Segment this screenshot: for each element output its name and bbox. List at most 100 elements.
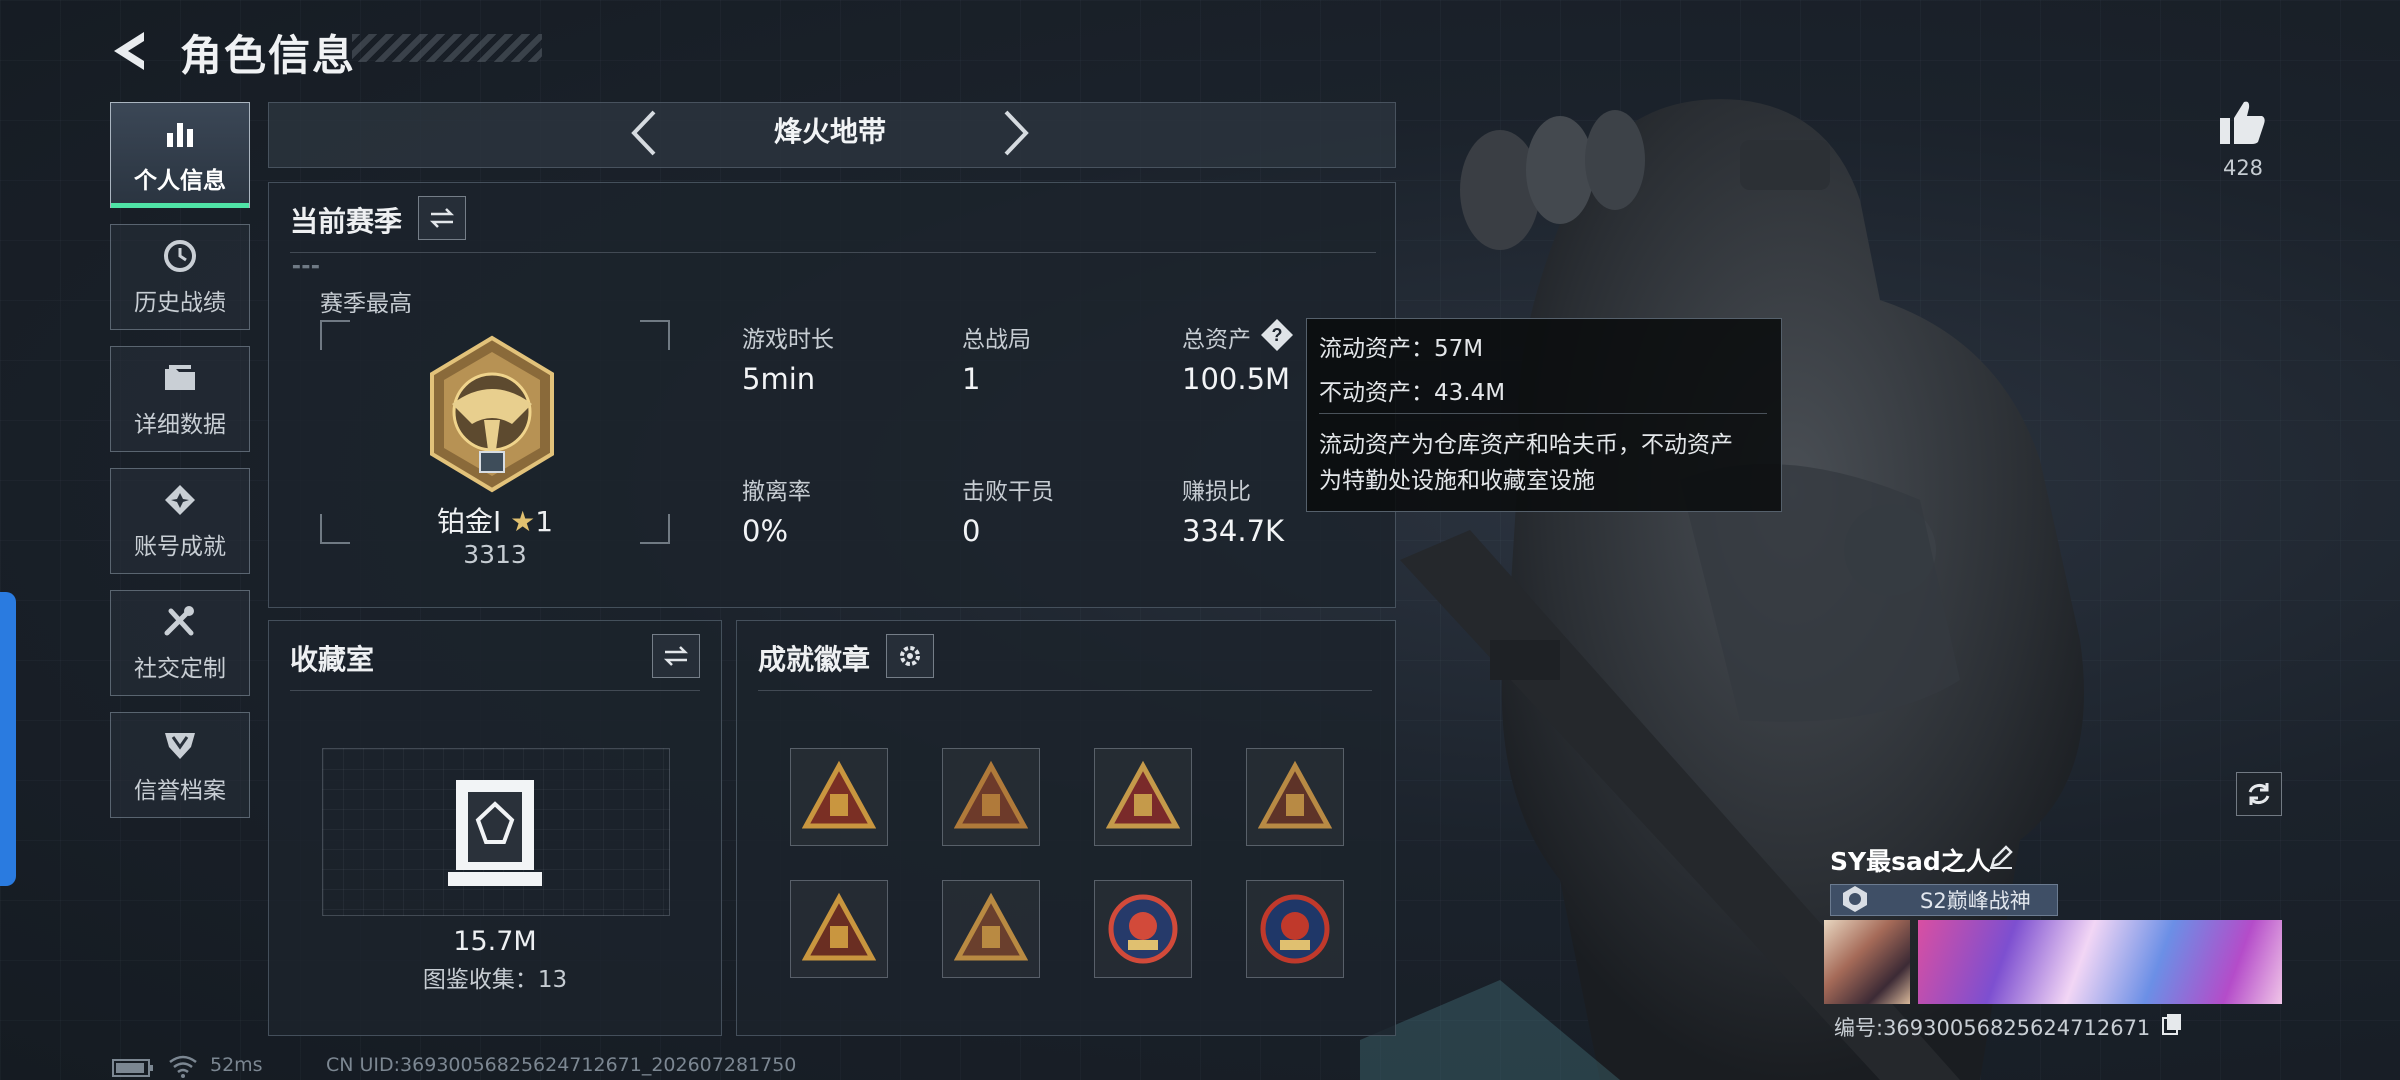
rank-score: 3313 (463, 540, 527, 569)
thumbs-up-icon[interactable] (2218, 98, 2268, 146)
title-decoration (352, 34, 542, 62)
nav-label: 信誉档案 (134, 778, 226, 804)
chevron-left-icon[interactable] (628, 108, 660, 158)
player-uid-text: 编号:3693005682562471267​1 (1834, 1016, 2151, 1040)
player-name: SY最sad之人 (1830, 847, 1991, 876)
stat-label-playtime: 游戏时长 (742, 327, 834, 353)
tooltip-divider (1319, 413, 1767, 414)
refresh-icon (2248, 783, 2270, 805)
tooltip-desc-2: 为特勤处设施和收藏室设施 (1319, 468, 1595, 494)
page-title: 角色信息 (180, 31, 357, 80)
divider (758, 690, 1372, 691)
collection-title: 收藏室 (290, 643, 375, 676)
badge-icon (802, 892, 876, 961)
gear-icon (900, 646, 920, 666)
badge-icon (802, 760, 876, 829)
stat-label-matches: 总战局 (962, 327, 1031, 353)
nav-label: 社交定制 (134, 656, 226, 682)
achievements-settings-button[interactable] (886, 634, 934, 678)
tooltip-fixed: 不动资产：43.4M (1319, 380, 1506, 406)
tooltip-liquid: 流动资产：57M (1319, 336, 1484, 362)
title-badge-icon (1843, 886, 1867, 912)
achievements-title: 成就徽章 (758, 643, 871, 676)
achievement-badge-slot[interactable] (1094, 880, 1192, 978)
nav-label: 个人信息 (134, 168, 226, 194)
name-card-banner[interactable] (1918, 920, 2282, 1004)
nav-personal-info[interactable]: 个人信息 (110, 102, 250, 208)
tooltip-desc-1: 流动资产为仓库资产和哈夫币，不动资产 (1319, 432, 1733, 458)
nav-label: 历史战绩 (134, 290, 226, 316)
help-icon[interactable]: ? (1260, 318, 1294, 352)
nav-social[interactable]: 社交定制 (110, 590, 250, 696)
achievement-badge-slot[interactable] (942, 880, 1040, 978)
back-arrow-icon[interactable] (108, 28, 154, 74)
badge-icon (1260, 894, 1330, 964)
player-uid: 编号:3693005682562471267​1 (1834, 1012, 2150, 1042)
nav-label: 详细数据 (134, 412, 226, 438)
nav-details[interactable]: 详细数据 (110, 346, 250, 452)
shield-icon (165, 733, 195, 759)
stat-value-assets: 100.5M (1182, 362, 1291, 396)
season-title: 当前赛季 (290, 205, 403, 238)
frame-corner (320, 320, 350, 350)
svg-text:?: ? (1272, 325, 1283, 345)
swap-icon (663, 646, 689, 666)
frame-corner (640, 320, 670, 350)
frame-corner (640, 514, 670, 544)
edit-icon[interactable] (1988, 844, 2014, 870)
collection-value: 15.7M (453, 926, 537, 957)
badge-icon (1108, 894, 1178, 964)
clock-icon (164, 240, 196, 272)
collection-switch-button[interactable] (652, 634, 700, 678)
ping-value: 52ms (210, 1054, 263, 1076)
stat-value-kills: 0 (962, 514, 981, 548)
refresh-button[interactable] (2236, 772, 2282, 816)
star-icon: ★ (510, 505, 536, 538)
wifi-icon (169, 1055, 197, 1078)
badge-icon (954, 892, 1028, 961)
achievement-badge-slot[interactable] (1246, 880, 1344, 978)
swap-icon (429, 208, 455, 228)
badge-icon (954, 760, 1028, 829)
player-title: S2巅峰战神 (1920, 889, 2031, 913)
frame-corner (320, 514, 350, 544)
like-count: 428 (2222, 156, 2264, 180)
copy-icon[interactable] (2160, 1012, 2184, 1036)
rank-stars: 1 (535, 505, 554, 538)
achievement-badge-slot[interactable] (942, 748, 1040, 846)
rank-line: 铂金Ⅰ ★1 (400, 500, 590, 540)
achievement-badge-slot[interactable] (1246, 748, 1344, 846)
vault-icon[interactable] (448, 776, 542, 888)
divider (290, 252, 1376, 253)
side-drawer-handle[interactable] (0, 592, 16, 886)
season-best-label: 赛季最高 (320, 291, 412, 317)
chevron-right-icon[interactable] (1000, 108, 1032, 158)
assets-tooltip: 流动资产：57M 不动资产：43.4M 流动资产为仓库资产和哈夫币，不动资产 为… (1306, 318, 1782, 512)
stat-value-playtime: 5min (742, 362, 816, 396)
achievement-badge-slot[interactable] (1094, 748, 1192, 846)
folder-icon (165, 365, 195, 390)
stat-label-assets: 总资产 (1182, 327, 1251, 353)
season-switch-button[interactable] (418, 196, 466, 240)
nav-label: 账号成就 (134, 534, 226, 560)
divider (290, 690, 700, 691)
deco-tag: ▬▬▬ (292, 262, 321, 272)
footer-uid: CN UID:36930056825624712671_202607281750 (326, 1054, 797, 1076)
stat-value-matches: 1 (962, 362, 981, 396)
nav-achievements[interactable]: 账号成就 (110, 468, 250, 574)
medal-icon (165, 485, 195, 515)
nav-history[interactable]: 历史战绩 (110, 224, 250, 330)
achievement-badge-slot[interactable] (790, 880, 888, 978)
tools-icon (164, 606, 194, 636)
stat-label-extract-rate: 撤离率 (742, 479, 811, 505)
stat-value-extract-rate: 0% (742, 514, 789, 548)
avatar-card[interactable] (1824, 920, 1910, 1004)
bar-chart-icon (167, 123, 193, 147)
stat-label-kills: 击败干员 (962, 479, 1054, 505)
nav-credit[interactable]: 信誉档案 (110, 712, 250, 818)
rank-emblem-icon (430, 335, 554, 493)
badge-icon (1258, 760, 1332, 829)
badge-icon (1106, 760, 1180, 829)
collection-count: 图鉴收集：13 (422, 967, 568, 993)
achievement-badge-slot[interactable] (790, 748, 888, 846)
